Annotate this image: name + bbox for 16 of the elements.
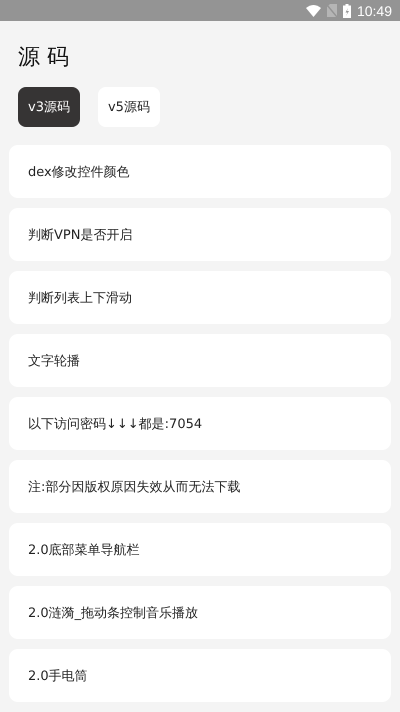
wifi-icon [306, 4, 321, 16]
list-item[interactable]: 以下访问密码↓↓↓都是:7054 [9, 397, 391, 450]
page-title: 源 码 [18, 44, 69, 72]
list-item[interactable]: 判断VPN是否开启 [9, 208, 391, 261]
tab[interactable]: v5源码 [98, 87, 160, 127]
list-item[interactable]: 注:部分因版权原因失效从而无法下载 [9, 460, 391, 513]
list-item[interactable]: 2.0手电筒 [9, 649, 391, 702]
list-item[interactable]: 文字轮播 [9, 334, 391, 387]
battery-icon [342, 4, 351, 18]
list-item[interactable]: 2.0涟漪_拖动条控制音乐播放 [9, 586, 391, 639]
list-item[interactable]: 2.0底部菜单导航栏 [9, 523, 391, 576]
status-time: 10:49 [356, 2, 392, 18]
list-item[interactable]: 判断列表上下滑动 [9, 271, 391, 324]
tab[interactable]: v3源码 [18, 87, 80, 127]
no-sim-icon [326, 4, 337, 17]
list-item[interactable]: dex修改控件颜色 [9, 145, 391, 198]
